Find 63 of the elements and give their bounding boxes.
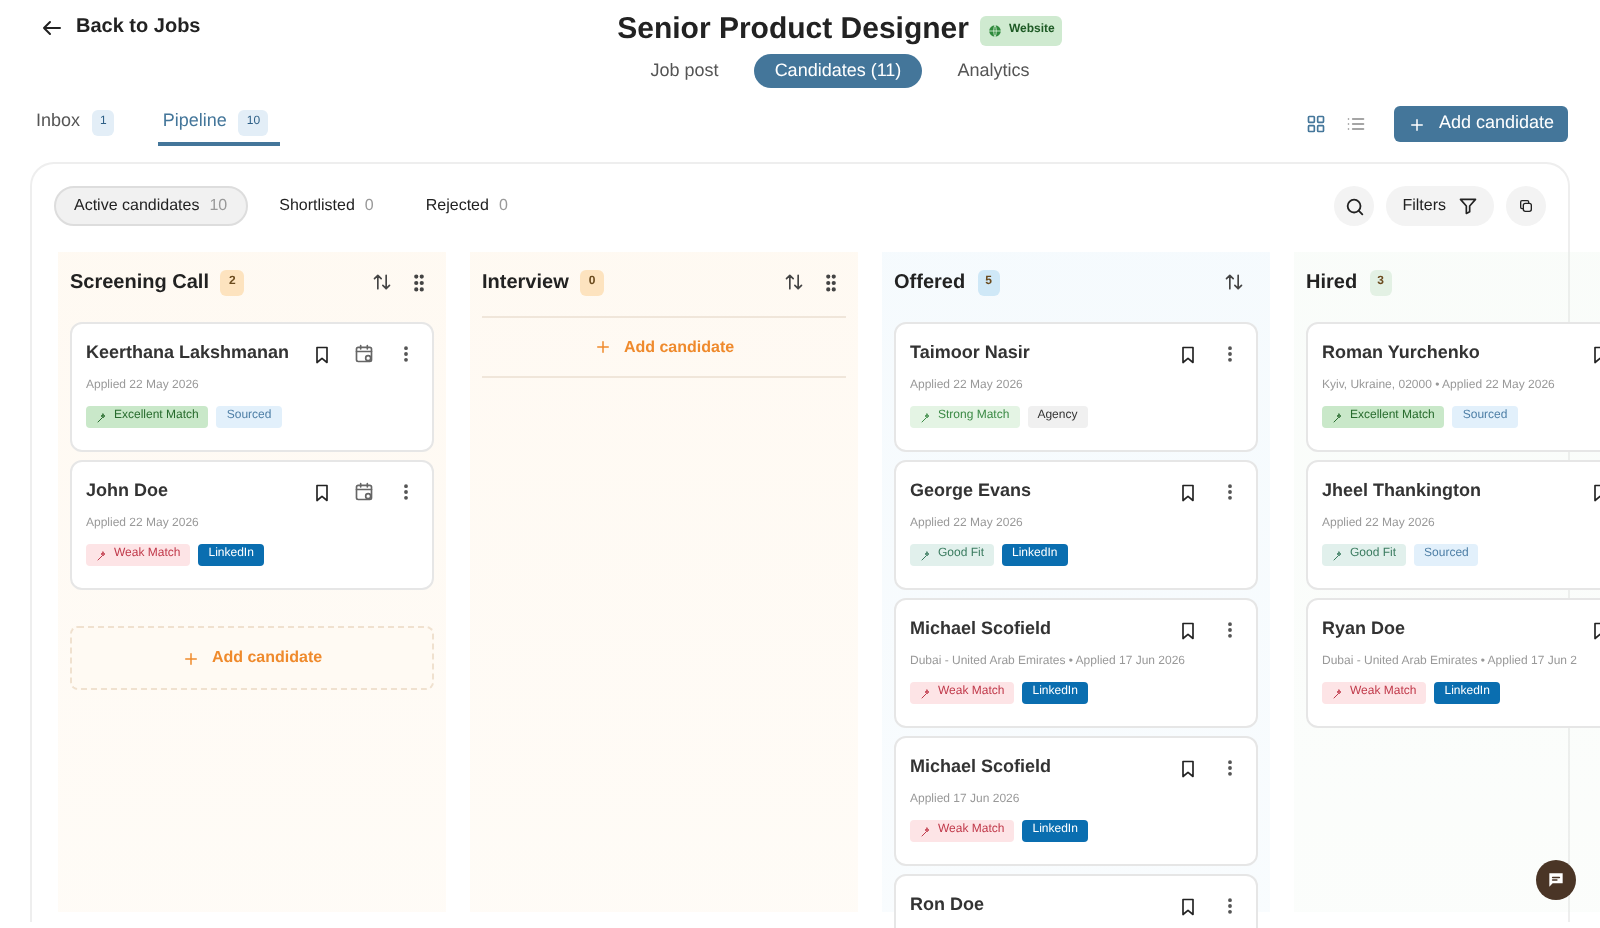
bookmark-icon bbox=[1178, 343, 1198, 365]
copy-icon bbox=[1518, 198, 1534, 214]
main-tab[interactable]: Job post bbox=[630, 54, 739, 88]
funnel-icon bbox=[1458, 196, 1478, 216]
candidate-card[interactable]: Ron Doe bbox=[894, 874, 1258, 928]
back-arrow-icon bbox=[40, 15, 64, 39]
filter-tab[interactable]: Active candidates 10 bbox=[54, 186, 248, 226]
candidate-name: Michael Scofield bbox=[910, 616, 1052, 643]
globe-icon bbox=[988, 23, 1003, 38]
page-title: Senior Product Designer bbox=[617, 10, 969, 50]
list-icon bbox=[1346, 114, 1367, 134]
candidate-name: Ron Doe bbox=[910, 892, 984, 919]
column-title: Offered bbox=[894, 269, 966, 297]
add-candidate-button[interactable]: Add candidate bbox=[1394, 106, 1568, 142]
main-tab[interactable]: Analytics bbox=[937, 54, 1050, 88]
sort-button[interactable] bbox=[370, 270, 394, 294]
calendar-icon bbox=[354, 344, 374, 364]
back-link[interactable]: Back to Jobs bbox=[40, 12, 201, 42]
schedule-button[interactable] bbox=[352, 342, 376, 366]
column-title: Interview bbox=[482, 269, 569, 297]
bookmark-icon bbox=[1178, 619, 1198, 641]
bookmark-button[interactable] bbox=[1176, 480, 1200, 504]
sort-button[interactable] bbox=[1222, 270, 1246, 294]
plus-icon bbox=[593, 338, 612, 356]
grid-icon bbox=[1306, 114, 1327, 134]
chat-icon bbox=[1546, 870, 1566, 890]
bookmark-button[interactable] bbox=[1176, 342, 1200, 366]
column-title: Screening Call bbox=[70, 269, 209, 297]
schedule-button[interactable] bbox=[352, 480, 376, 504]
candidate-name: George Evans bbox=[910, 478, 1032, 505]
copy-button[interactable] bbox=[1506, 186, 1546, 226]
column-title: Hired bbox=[1306, 269, 1358, 297]
search-button[interactable] bbox=[1334, 186, 1375, 226]
sort-button[interactable] bbox=[782, 270, 806, 294]
plus-icon bbox=[1408, 115, 1427, 133]
bookmark-icon bbox=[312, 343, 332, 365]
candidate-name: Michael Scofield bbox=[910, 754, 1052, 781]
candidate-name: Ryan Doe bbox=[1322, 616, 1406, 643]
bookmark-icon bbox=[1178, 757, 1198, 779]
bookmark-button[interactable] bbox=[310, 480, 334, 504]
sort-icon bbox=[372, 272, 392, 292]
candidate-name: Taimoor Nasir bbox=[910, 340, 1030, 367]
candidate-name: John Doe bbox=[86, 478, 169, 505]
candidate-name: Jheel Thankington bbox=[1322, 478, 1482, 505]
filters-button[interactable]: Filters bbox=[1386, 186, 1494, 226]
plus-icon bbox=[181, 649, 200, 667]
bookmark-button[interactable] bbox=[1176, 756, 1200, 780]
main-tab[interactable]: Candidates (11) bbox=[754, 54, 922, 88]
bookmark-button[interactable] bbox=[310, 342, 334, 366]
bookmark-icon bbox=[312, 481, 332, 503]
sort-icon bbox=[784, 272, 804, 292]
chat-button[interactable] bbox=[1536, 860, 1576, 900]
bookmark-icon bbox=[1178, 895, 1198, 917]
sort-icon bbox=[1224, 272, 1244, 292]
candidate-name: Keerthana Lakshmanan bbox=[86, 340, 290, 367]
candidate-name: Roman Yurchenko bbox=[1322, 340, 1480, 367]
bookmark-button[interactable] bbox=[1176, 894, 1200, 918]
calendar-icon bbox=[354, 482, 374, 502]
search-icon bbox=[1343, 195, 1366, 217]
filter-tab[interactable]: Rejected 0 bbox=[405, 186, 528, 226]
bookmark-button[interactable] bbox=[1176, 618, 1200, 642]
bookmark-icon bbox=[1178, 481, 1198, 503]
filter-tab[interactable]: Shortlisted 0 bbox=[259, 186, 394, 226]
